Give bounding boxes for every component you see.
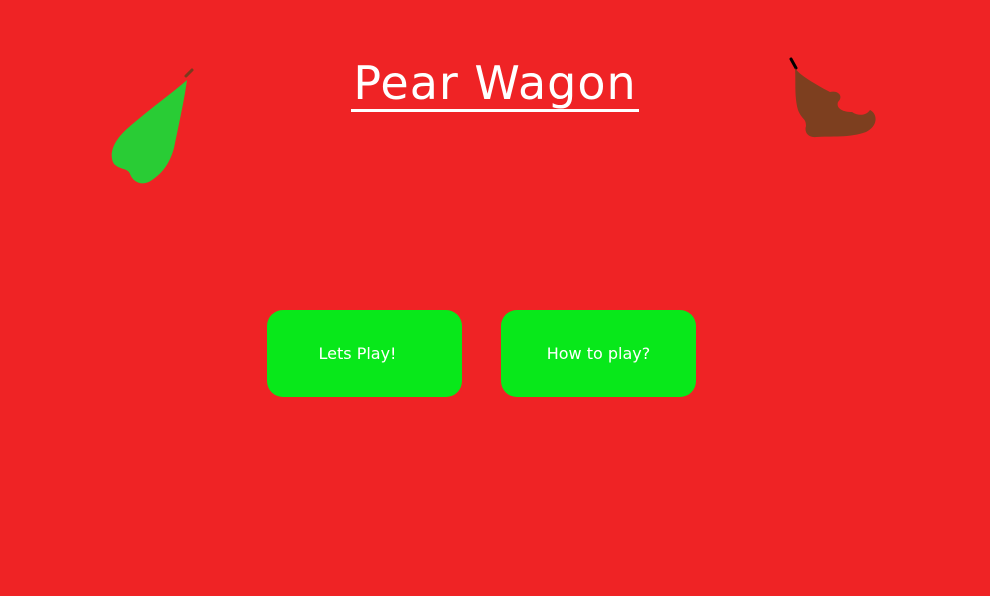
start-screen: Pear Wagon Lets Play! How to play? — [0, 0, 990, 596]
game-title-text: Pear Wagon — [351, 56, 639, 112]
how-to-play-button[interactable]: How to play? — [501, 310, 696, 397]
how-to-play-label: How to play? — [546, 344, 651, 363]
bitten-brown-pear-icon — [789, 57, 876, 138]
lets-play-label: Lets Play! — [318, 344, 397, 363]
lets-play-button[interactable]: Lets Play! — [267, 310, 462, 397]
